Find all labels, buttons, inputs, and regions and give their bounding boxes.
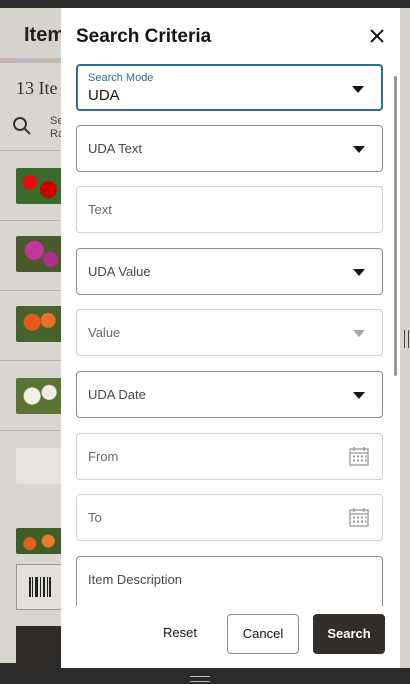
calendar-icon[interactable] (349, 507, 369, 527)
item-thumbnail (16, 236, 62, 272)
value-label: Value (88, 325, 121, 340)
chevron-down-icon (353, 269, 365, 276)
cancel-button[interactable]: Cancel (227, 614, 299, 654)
to-label: To (88, 510, 102, 525)
search-criteria-dialog: Search Criteria Search Mode UDA UDA Text… (61, 8, 400, 668)
search-mode-label: Search Mode (88, 72, 154, 84)
item-thumbnail (16, 378, 62, 414)
text-input[interactable]: Text (76, 186, 383, 233)
search-mode-value: UDA (88, 87, 120, 104)
uda-date-select[interactable]: UDA Date (76, 371, 383, 418)
item-thumbnail (16, 168, 62, 204)
resize-handle (404, 330, 409, 348)
search-button[interactable]: Search (313, 614, 385, 654)
background-title: Item (24, 24, 66, 46)
dialog-title: Search Criteria (76, 26, 212, 47)
text-label: Text (88, 202, 112, 217)
reset-button[interactable]: Reset (151, 614, 209, 654)
search-icon (13, 117, 31, 135)
value-select[interactable]: Value (76, 309, 383, 356)
uda-text-select[interactable]: UDA Text (76, 125, 383, 172)
background-item-count: 13 Ite (16, 78, 58, 98)
chevron-down-icon (353, 330, 365, 337)
item-description-input[interactable]: Item Description (76, 556, 383, 606)
close-icon[interactable] (367, 26, 387, 46)
chevron-down-icon (353, 392, 365, 399)
barcode-button (16, 564, 64, 610)
uda-text-label: UDA Text (88, 141, 142, 156)
chevron-down-icon (352, 86, 364, 93)
calendar-icon[interactable] (349, 446, 369, 466)
item-thumbnail (16, 528, 62, 554)
item-description-label: Item Description (88, 572, 182, 587)
chevron-down-icon (353, 146, 365, 153)
drag-handle (190, 676, 210, 682)
uda-date-label: UDA Date (88, 387, 146, 402)
search-mode-select[interactable]: Search Mode UDA (76, 64, 383, 111)
from-label: From (88, 449, 119, 464)
scrollbar[interactable] (394, 76, 397, 376)
item-thumbnail (16, 306, 62, 342)
from-date-input[interactable]: From (76, 433, 383, 480)
item-thumbnail-placeholder (16, 448, 62, 484)
uda-value-select[interactable]: UDA Value (76, 248, 383, 295)
background-button (16, 626, 66, 666)
dialog-footer: Reset Cancel Search (61, 606, 400, 668)
barcode-icon (29, 577, 51, 597)
uda-value-label: UDA Value (88, 264, 151, 279)
to-date-input[interactable]: To (76, 494, 383, 541)
